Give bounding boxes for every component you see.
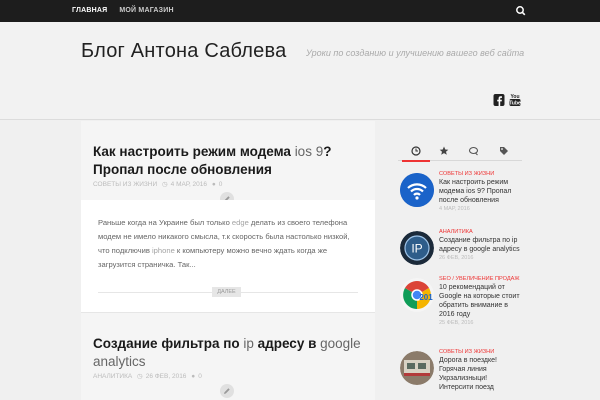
sidebar-post-date: 26 фев, 2016 (439, 255, 474, 261)
sidebar-post-title[interactable]: 10 рекомендаций от Google на которые сто… (439, 283, 523, 319)
sidebar-post-date: 25 фев, 2016 (439, 320, 474, 326)
tab-recent[interactable] (402, 143, 430, 162)
nav-item-home[interactable]: Главная (72, 0, 107, 22)
star-icon (439, 146, 449, 155)
clock-icon (411, 146, 421, 156)
post-excerpt: Раньше когда на Украине был только edge … (81, 200, 375, 313)
comments-icon (468, 146, 479, 156)
post-comments[interactable]: 0 (198, 373, 202, 380)
tab-comments[interactable] (466, 143, 482, 159)
sidebar: Советы из жизни Как настроить режим моде… (398, 141, 522, 391)
youtube-link[interactable]: You Tube (509, 93, 521, 107)
pencil-icon (220, 384, 234, 398)
main-nav: Главная Мой магазин (72, 0, 186, 22)
post-thumbnail[interactable]: 201 (400, 278, 434, 312)
sidebar-post-text: Советы из жизни Дорога в поездке! Горяча… (439, 349, 523, 392)
svg-text:IP: IP (411, 242, 422, 256)
svg-text:Tube: Tube (509, 101, 521, 107)
sidebar-post-title[interactable]: Дорога в поездке! Горячая линия Укрзализ… (439, 356, 523, 392)
sidebar-tabs (398, 141, 522, 162)
sidebar-post-category[interactable]: Аналитика (439, 229, 523, 236)
comment-icon: ● (211, 181, 216, 188)
post-comments[interactable]: 0 (219, 181, 223, 188)
sidebar-post-title[interactable]: Создание фильтра по ip адресу в google a… (439, 236, 523, 254)
post-thumbnail[interactable]: IP (400, 231, 434, 265)
read-more-button[interactable]: Далее (212, 287, 241, 297)
content-area: Как настроить режим модема ios 9? Пропал… (0, 121, 600, 400)
post-thumbnail[interactable] (400, 351, 434, 385)
sidebar-post-category[interactable]: Советы из жизни (439, 171, 523, 178)
post-title[interactable]: Как настроить режим модема ios 9? Пропал… (81, 143, 375, 179)
sidebar-post-category[interactable]: Советы из жизни (439, 349, 523, 356)
svg-text:201: 201 (419, 293, 433, 302)
excerpt-text: Раньше когда на Украине был только edge … (98, 218, 350, 269)
facebook-link[interactable] (493, 93, 505, 107)
post-meta: Аналитика ◷ 26 фев, 2016 ● 0 (81, 372, 375, 380)
post-thumbnail[interactable] (400, 173, 434, 207)
post-card: Как настроить режим модема ios 9? Пропал… (81, 143, 375, 188)
post-category[interactable]: Советы из жизни (93, 181, 157, 188)
site-header: Блог Антона Саблева Уроки по созданию и … (0, 22, 600, 120)
train-photo-icon (400, 351, 434, 385)
post-meta: Советы из жизни ◷ 4 мар, 2016 ● 0 (81, 180, 375, 188)
sidebar-post-text: Аналитика Создание фильтра по ip адресу … (439, 229, 523, 261)
wifi-icon (400, 173, 434, 207)
tags-icon (500, 147, 508, 155)
site-tagline: Уроки по созданию и улучшению вашего веб… (306, 48, 525, 58)
clock-icon: ◷ (162, 181, 168, 188)
post-date: 26 фев, 2016 (145, 373, 187, 380)
top-navbar: Главная Мой магазин (0, 0, 600, 22)
clock-icon: ◷ (137, 373, 143, 380)
site-title[interactable]: Блог Антона Саблева (81, 40, 286, 63)
sidebar-post-title[interactable]: Как настроить режим модема ios 9? Пропал… (439, 178, 523, 205)
youtube-icon: You Tube (509, 94, 521, 107)
nav-item-shop[interactable]: Мой магазин (119, 0, 173, 22)
ip-icon: IP (400, 231, 434, 265)
sidebar-post-text: Советы из жизни Как настроить режим моде… (439, 171, 523, 212)
post-category[interactable]: Аналитика (93, 373, 132, 380)
post-card: Создание фильтра по ip адресу в google a… (81, 335, 375, 380)
sidebar-post-date: 4 мар, 2016 (439, 206, 470, 212)
post-date: 4 мар, 2016 (170, 181, 208, 188)
sidebar-post-text: SEO / Увеличение продаж 10 рекомендаций … (439, 276, 523, 326)
comment-icon: ● (191, 373, 196, 380)
sidebar-post-category[interactable]: SEO / Увеличение продаж (439, 276, 523, 283)
tab-tags[interactable] (496, 143, 512, 159)
post-title[interactable]: Создание фильтра по ip адресу в google a… (81, 335, 375, 371)
tab-popular[interactable] (436, 143, 452, 159)
facebook-icon (493, 94, 505, 106)
search-icon (516, 6, 526, 16)
google-chrome-icon: 201 (400, 278, 434, 312)
search-button[interactable] (508, 0, 534, 22)
